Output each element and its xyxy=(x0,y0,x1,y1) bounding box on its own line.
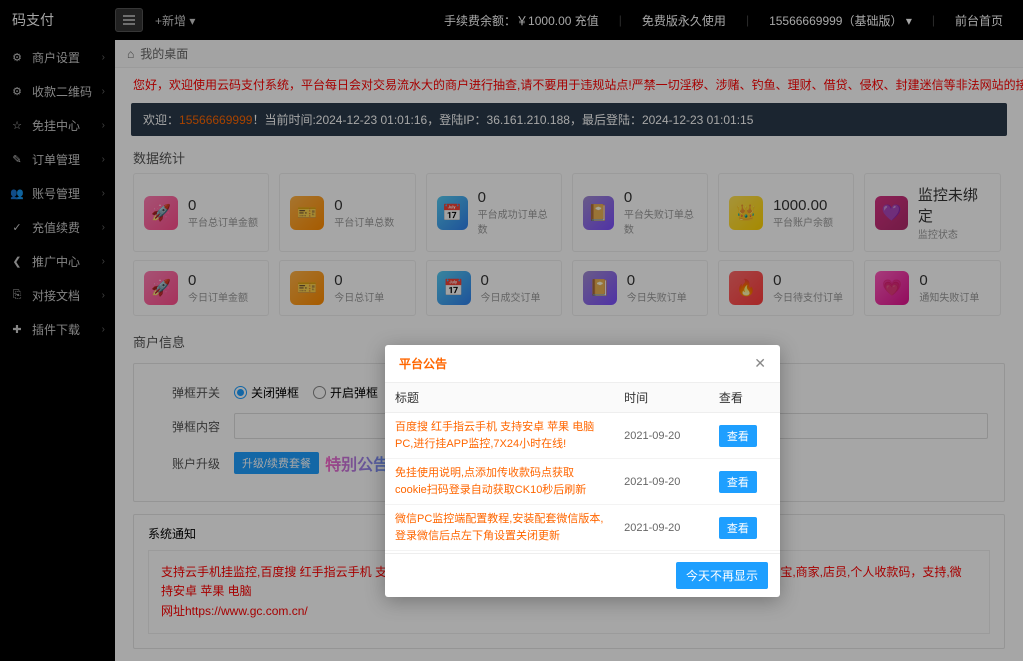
announce-title[interactable]: 免挂使用说明,点添加传收款码点获取cookie扫码登录自动获取CK10秒后刷新 xyxy=(385,459,614,505)
dont-show-today-button[interactable]: 今天不再显示 xyxy=(676,562,768,589)
close-icon[interactable]: ✕ xyxy=(754,355,766,372)
table-row: 百度搜 红手指云手机 支持安卓 苹果 电脑PC,进行挂APP监控,7X24小时在… xyxy=(385,413,780,459)
col-title: 标题 xyxy=(385,383,614,413)
announce-time: 2021-09-20 xyxy=(614,459,709,505)
view-button[interactable]: 查看 xyxy=(719,425,757,447)
announcement-modal: 平台公告 ✕ 标题 时间 查看 百度搜 红手指云手机 支持安卓 苹果 电脑PC,… xyxy=(385,345,780,597)
col-time: 时间 xyxy=(614,383,709,413)
announce-title[interactable]: 微信PC监控端配置教程,安装配套微信版本,登录微信后点左下角设置关闭更新 xyxy=(385,505,614,551)
announce-title[interactable]: 百度搜 红手指云手机 支持安卓 苹果 电脑PC,进行挂APP监控,7X24小时在… xyxy=(385,413,614,459)
col-view: 查看 xyxy=(709,383,780,413)
table-row: 微信PC监控端配置教程,安装配套微信版本,登录微信后点左下角设置关闭更新2021… xyxy=(385,505,780,551)
table-row: 免挂使用说明,点添加传收款码点获取cookie扫码登录自动获取CK10秒后刷新2… xyxy=(385,459,780,505)
view-button[interactable]: 查看 xyxy=(719,471,757,493)
view-button[interactable]: 查看 xyxy=(719,517,757,539)
announce-time: 2021-09-20 xyxy=(614,505,709,551)
modal-title: 平台公告 xyxy=(399,355,754,372)
announce-time: 2021-09-20 xyxy=(614,413,709,459)
